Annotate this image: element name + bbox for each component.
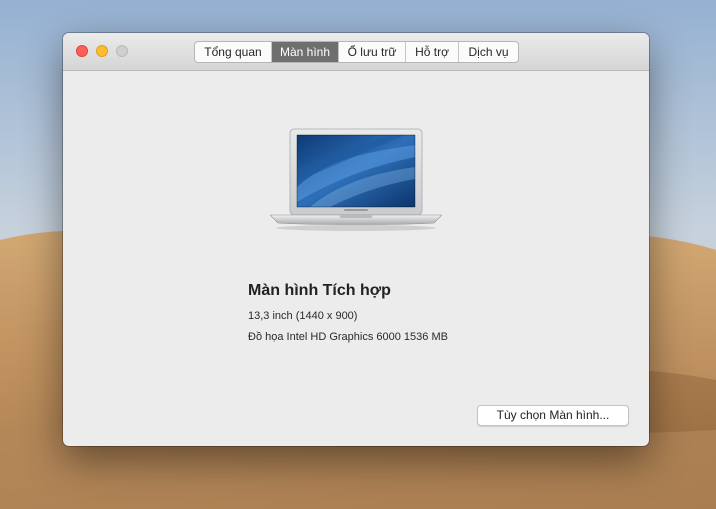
minimize-window-button[interactable]: [96, 45, 108, 57]
display-name: Màn hình Tích hợp: [248, 282, 391, 299]
window-titlebar[interactable]: Tổng quan Màn hình Ổ lưu trữ Hỗ trợ Dịch…: [63, 33, 649, 71]
about-this-mac-window: Tổng quan Màn hình Ổ lưu trữ Hỗ trợ Dịch…: [63, 33, 649, 446]
tab-displays[interactable]: Màn hình: [272, 42, 339, 62]
macbook-air-icon: [270, 128, 442, 231]
zoom-window-button[interactable]: [116, 45, 128, 57]
tab-storage[interactable]: Ổ lưu trữ: [339, 42, 406, 62]
tab-support[interactable]: Hỗ trợ: [406, 42, 459, 62]
display-resolution: 13,3 inch (1440 x 900): [248, 310, 358, 322]
close-window-button[interactable]: [76, 45, 88, 57]
display-options-button[interactable]: Tùy chọn Màn hình...: [477, 405, 629, 426]
tab-overview[interactable]: Tổng quan: [195, 42, 272, 62]
segmented-tab-bar: Tổng quan Màn hình Ổ lưu trữ Hỗ trợ Dịch…: [194, 41, 519, 63]
tab-service[interactable]: Dịch vụ: [459, 42, 518, 62]
display-graphics: Đồ họa Intel HD Graphics 6000 1536 MB: [248, 331, 448, 343]
display-panel: Màn hình Tích hợp 13,3 inch (1440 x 900)…: [63, 71, 649, 446]
